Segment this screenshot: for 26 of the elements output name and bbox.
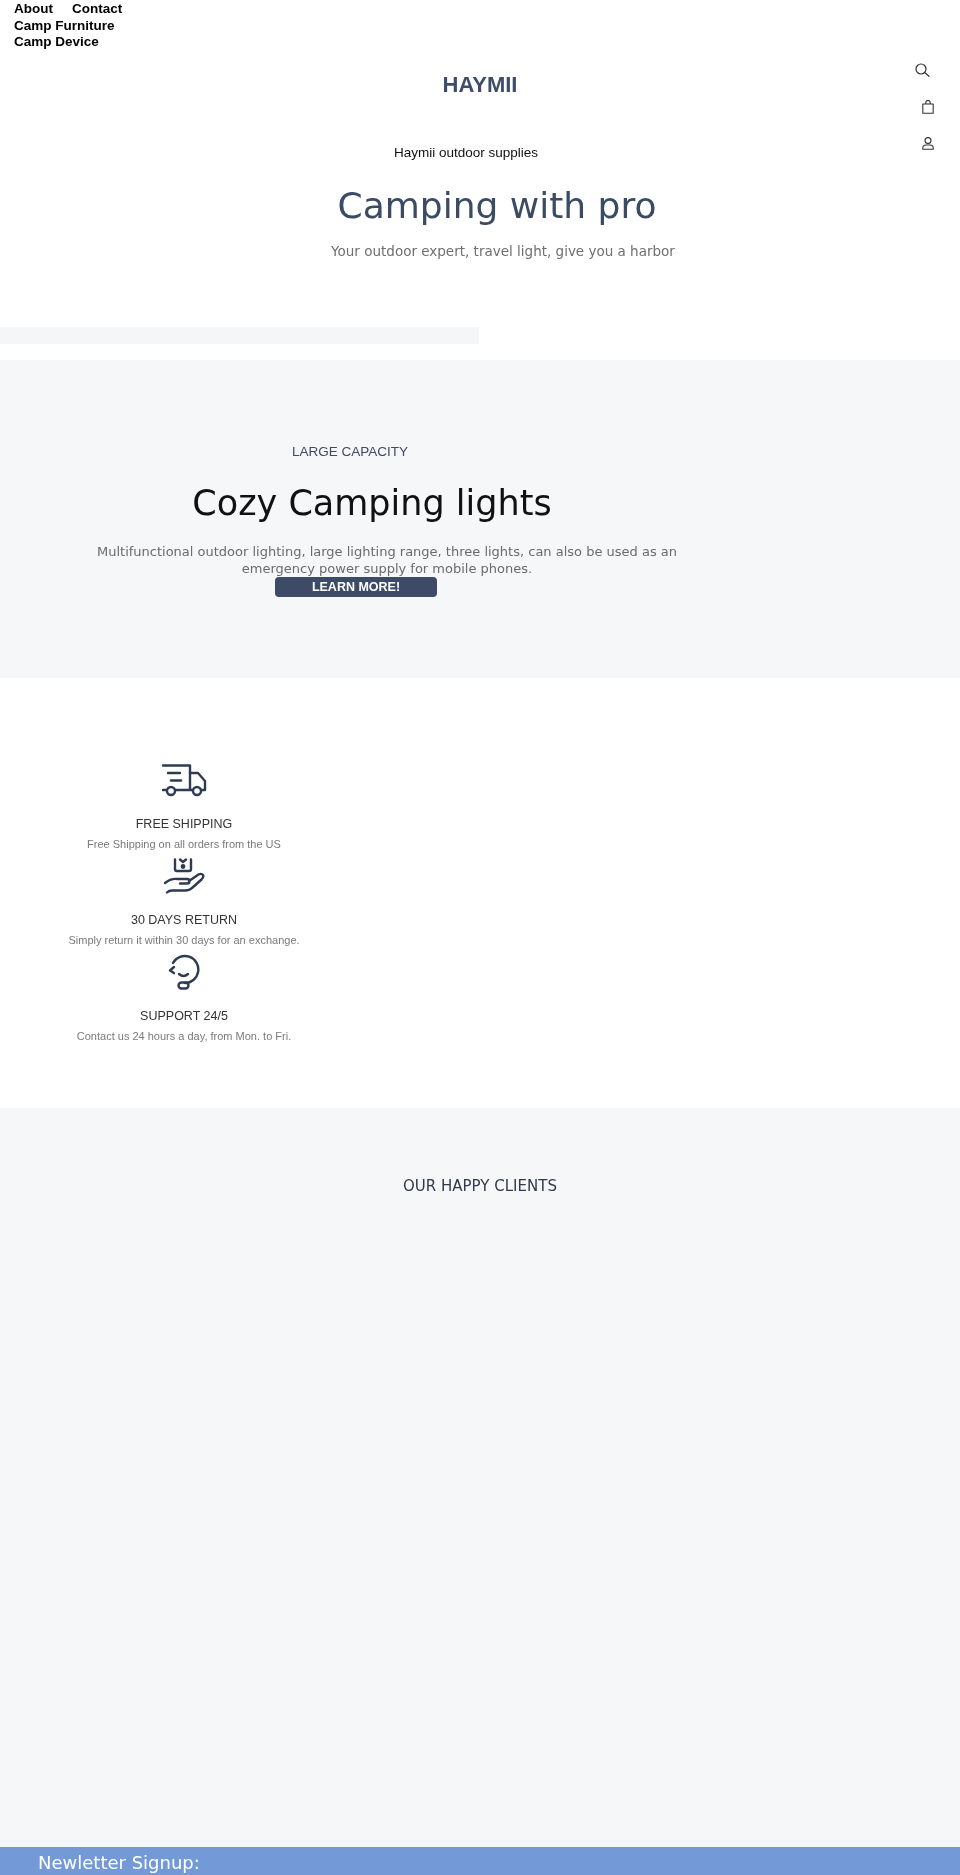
learn-more-button[interactable]: LEARN MORE!: [274, 577, 438, 597]
feature-description: Contact us 24 hours a day, from Mon. to Fri.: [76, 1029, 292, 1043]
nav-link[interactable]: About: [14, 1, 53, 18]
newsletter-heading: Newletter Signup:: [38, 1852, 201, 1874]
user-icon[interactable]: [922, 136, 934, 150]
nav-link[interactable]: Camp Device: [14, 34, 99, 51]
search-icon[interactable]: [915, 62, 930, 77]
feature-description: Simply return it within 30 days for an exchange.: [68, 933, 300, 947]
truck-icon: [161, 763, 207, 797]
site-logo[interactable]: HAYMII: [442, 73, 518, 96]
shopping-bag-icon[interactable]: [922, 99, 934, 114]
feature-description: Free Shipping on all orders from the US: [87, 837, 281, 851]
promo-eyebrow: LARGE CAPACITY: [292, 444, 408, 460]
nav-link[interactable]: Contact: [72, 1, 123, 18]
hero-subtitle: Your outdoor expert, travel light, give you a harbor: [331, 241, 675, 261]
headset-icon: [167, 954, 201, 990]
feature-title: SUPPORT 24/5: [140, 1008, 228, 1024]
feature-title: 30 DAYS RETURN: [130, 912, 237, 928]
hero-eyebrow: Haymii outdoor supplies: [393, 144, 539, 161]
hand-holding-box-icon: [163, 858, 205, 894]
hero-title: Camping with pro: [337, 185, 657, 226]
promo-title: Cozy Camping lights: [192, 483, 552, 523]
nav-link[interactable]: Camp Furniture: [14, 17, 115, 34]
testimonials-heading: OUR HAPPY CLIENTS: [403, 1176, 557, 1196]
promo-description: Multifunctional outdoor lighting, large lighting range, three lights, can also be used as an emergency power supply for mobile phones.: [95, 543, 678, 577]
feature-title: FREE SHIPPING: [135, 816, 233, 832]
